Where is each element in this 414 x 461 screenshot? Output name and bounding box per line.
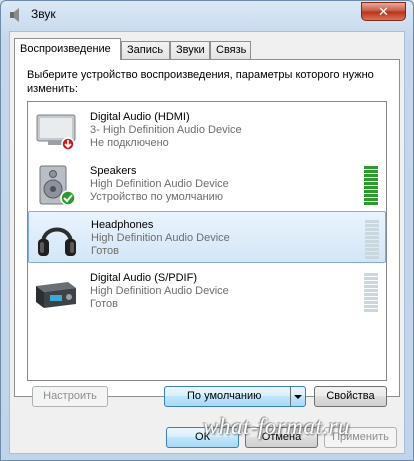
watermark-text: what-format.ru xyxy=(203,414,350,439)
device-driver: High Definition Audio Device xyxy=(91,232,230,244)
meter-segment xyxy=(364,182,378,185)
tab-communications[interactable]: Связь xyxy=(210,41,251,59)
volume-meter xyxy=(365,220,379,260)
close-button[interactable]: ✕ xyxy=(361,2,406,21)
meter-segment xyxy=(364,277,378,280)
list-item-speakers[interactable]: Speakers High Definition Audio Device Ус… xyxy=(28,158,386,210)
meter-segment xyxy=(364,305,378,308)
volume-meter xyxy=(364,273,378,313)
configure-button[interactable]: Настроить xyxy=(32,386,108,407)
tab-recording[interactable]: Запись xyxy=(121,41,170,59)
device-text: Digital Audio (HDMI) 3- High Definition … xyxy=(90,111,242,150)
tab-playback[interactable]: Воспроизведение xyxy=(14,38,121,60)
meter-segment xyxy=(365,252,379,255)
sound-dialog: Звук ✕ Воспроизведение Запись Звуки Связ… xyxy=(0,0,414,461)
meter-segment xyxy=(364,198,378,201)
device-status: Устройство по умолчанию xyxy=(90,191,224,203)
meter-segment xyxy=(365,248,379,251)
configure-label: Настроить xyxy=(43,390,97,402)
device-status: Готов xyxy=(90,298,118,310)
device-list[interactable]: Digital Audio (HDMI) 3- High Definition … xyxy=(27,101,387,381)
speaker-icon xyxy=(10,8,19,22)
meter-segment xyxy=(364,190,378,193)
meter-segment xyxy=(364,194,378,197)
device-driver: High Definition Audio Device xyxy=(90,285,229,297)
device-name: Speakers xyxy=(90,165,137,177)
window-title: Звук xyxy=(31,7,56,21)
device-text: Digital Audio (S/PDIF) High Definition A… xyxy=(90,272,229,311)
tab-sounds[interactable]: Звуки xyxy=(170,41,210,59)
meter-segment xyxy=(364,178,378,181)
playback-panel: Выберите устройство воспроизведения, пар… xyxy=(14,59,400,397)
meter-segment xyxy=(365,224,379,227)
properties-label: Свойства xyxy=(326,390,375,402)
meter-segment xyxy=(364,309,378,312)
speaker-device-icon xyxy=(39,165,76,206)
list-item-headphones[interactable]: Headphones High Definition Audio Device … xyxy=(28,211,386,263)
meter-segment xyxy=(364,166,378,169)
meter-segment xyxy=(364,293,378,296)
list-item-hdmi[interactable]: Digital Audio (HDMI) 3- High Definition … xyxy=(28,104,386,156)
meter-segment xyxy=(364,301,378,304)
headphones-icon xyxy=(38,227,76,256)
instruction-text: Выберите устройство воспроизведения, пар… xyxy=(27,69,374,95)
meter-segment xyxy=(364,289,378,292)
meter-segment xyxy=(364,186,378,189)
meter-segment xyxy=(365,244,379,247)
meter-segment xyxy=(364,202,378,205)
set-default-button[interactable]: По умолчанию xyxy=(164,386,306,407)
monitor-icon xyxy=(36,114,76,151)
device-status: Готов xyxy=(91,245,119,257)
device-status: Не подключено xyxy=(90,137,169,149)
meter-segment xyxy=(365,228,379,231)
list-item-spdif[interactable]: Digital Audio (S/PDIF) High Definition A… xyxy=(28,265,386,317)
meter-segment xyxy=(364,170,378,173)
title-bar[interactable]: Звук ✕ xyxy=(1,1,413,29)
device-driver: High Definition Audio Device xyxy=(90,178,229,190)
close-icon: ✕ xyxy=(378,4,389,19)
meter-segment xyxy=(365,220,379,223)
volume-meter xyxy=(364,166,378,206)
device-name: Digital Audio (S/PDIF) xyxy=(90,272,197,284)
meter-segment xyxy=(364,281,378,284)
device-text: Headphones High Definition Audio Device … xyxy=(91,219,230,258)
meter-segment xyxy=(365,256,379,259)
meter-segment xyxy=(364,273,378,276)
properties-button[interactable]: Свойства xyxy=(314,386,387,407)
meter-segment xyxy=(364,297,378,300)
device-text: Speakers High Definition Audio Device Ус… xyxy=(90,165,229,204)
device-driver: 3- High Definition Audio Device xyxy=(90,124,242,136)
meter-segment xyxy=(365,232,379,235)
chevron-down-icon[interactable] xyxy=(290,387,305,406)
meter-segment xyxy=(365,236,379,239)
device-name: Headphones xyxy=(91,219,154,231)
meter-segment xyxy=(365,240,379,243)
meter-segment xyxy=(364,174,378,177)
set-default-label: По умолчанию xyxy=(187,390,262,402)
dialog-client: Воспроизведение Запись Звуки Связь Выбер… xyxy=(9,31,405,454)
meter-segment xyxy=(364,285,378,288)
device-name: Digital Audio (HDMI) xyxy=(90,111,190,123)
receiver-icon xyxy=(36,282,76,308)
